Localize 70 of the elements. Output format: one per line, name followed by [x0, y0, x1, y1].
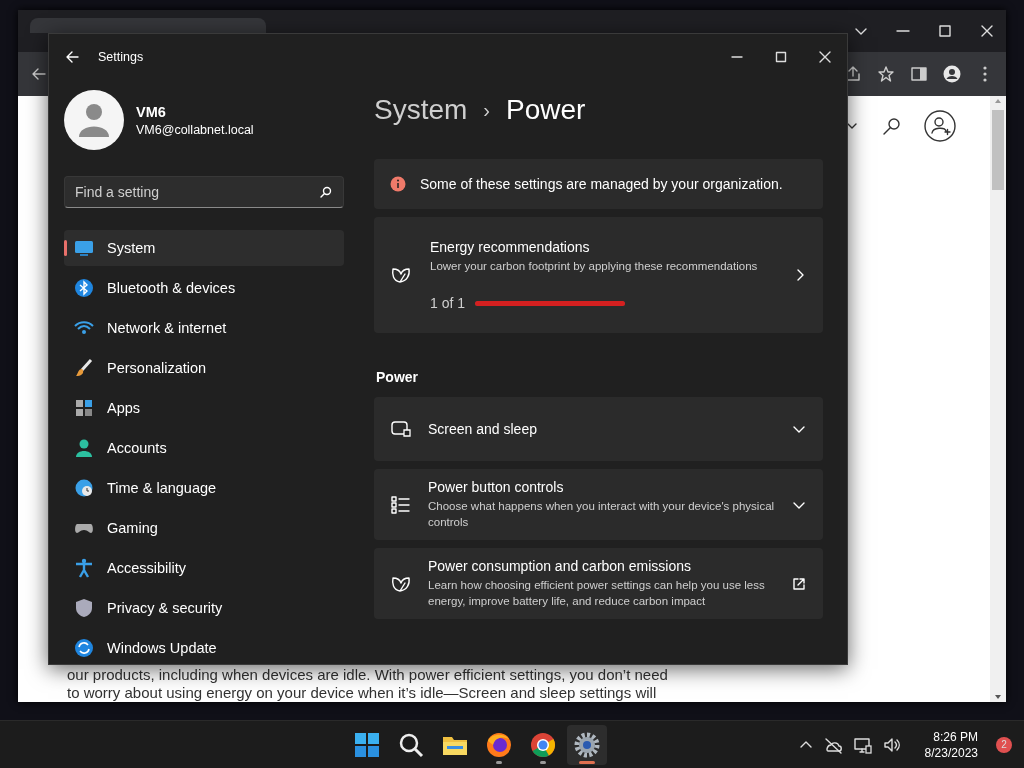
gear-icon	[572, 730, 601, 759]
card-title: Power button controls	[428, 479, 565, 495]
globe-clock-icon	[74, 478, 94, 498]
account-email: VM6@collabnet.local	[136, 122, 254, 137]
monitor-icon	[74, 238, 94, 258]
sidebar-icon[interactable]	[910, 65, 928, 83]
article-text: our products, including when devices are idle. With power efficient settings, you don’t need	[67, 666, 669, 684]
search-icon	[320, 186, 332, 198]
bluetooth-icon	[74, 278, 94, 298]
card-description: Lower your carbon footprint by applying these recommendations	[430, 259, 759, 274]
nav-item[interactable]: Privacy & security	[64, 590, 344, 626]
shield-icon	[74, 598, 94, 618]
taskbar-app[interactable]	[566, 724, 607, 765]
network-icon[interactable]	[852, 735, 873, 754]
nav-item[interactable]: Apps	[64, 390, 344, 426]
scrollbar[interactable]	[990, 96, 1006, 702]
card-title: Energy recommendations	[430, 239, 591, 255]
back-arrow-icon[interactable]	[65, 49, 79, 65]
nav-item[interactable]: Network & internet	[64, 310, 344, 346]
progress-counter: 1 of 1	[430, 295, 466, 311]
external-link-icon	[791, 575, 807, 592]
info-icon	[390, 176, 406, 192]
apps-icon	[74, 398, 94, 418]
clock[interactable]: 8:26 PM 8/23/2023	[924, 728, 978, 761]
brush-icon	[74, 358, 94, 378]
account-name: VM6	[136, 103, 167, 120]
breadcrumb-item[interactable]: System	[374, 94, 468, 126]
article-text: to worry about using energy on your device when it’s idle—Screen and sleep settings will	[67, 684, 658, 702]
setting-card[interactable]: Screen and sleep	[374, 397, 823, 461]
card-title: Screen and sleep	[428, 421, 538, 437]
nav-item[interactable]: System	[64, 230, 344, 266]
card-description: Choose what happens when you interact with your device's physical controls	[428, 499, 775, 530]
maximize-icon[interactable]	[938, 24, 952, 38]
breadcrumb-separator: ›	[483, 98, 491, 122]
search-field[interactable]: Find a setting	[64, 176, 344, 208]
profile-icon[interactable]	[943, 65, 961, 83]
nav-item[interactable]: Time & language	[64, 470, 344, 506]
setting-card[interactable]: Power consumption and carbon emissions Learn how choosing efficient power settings can help you use less energy, improve battery life, and reduce carbon impact	[374, 548, 823, 619]
person-icon	[74, 438, 94, 458]
section-heading: Power	[376, 369, 419, 385]
scrollbar-thumb[interactable]	[992, 110, 1004, 190]
nav-item[interactable]: Accounts	[64, 430, 344, 466]
windows-logo-icon	[352, 730, 381, 759]
browser-circle-icon	[528, 730, 557, 759]
list-icon	[390, 493, 412, 516]
maximize-icon[interactable]	[775, 51, 787, 63]
window-title: Settings	[98, 50, 144, 64]
browser-globe-icon	[484, 730, 513, 759]
nav-item[interactable]: Accessibility	[64, 550, 344, 586]
energy-card[interactable]: Energy recommendations Lower your carbon footprint by applying these recommendations 1 of 1	[374, 217, 823, 333]
notice-text: Some of these settings are managed by your organization.	[420, 176, 783, 192]
setting-card[interactable]: Power button controls Choose what happens when you interact with your device's physical controls	[374, 469, 823, 540]
nav-item[interactable]: Personalization	[64, 350, 344, 386]
card-description: Learn how choosing efficient power settings can help you use less energy, improve battery life, and reduce carbon impact	[428, 578, 766, 609]
clock-date: 8/23/2023	[924, 744, 978, 761]
close-icon[interactable]	[819, 51, 831, 63]
close-icon[interactable]	[980, 24, 994, 38]
sync-icon	[74, 638, 94, 658]
nav-item[interactable]: Windows Update	[64, 630, 344, 666]
star-icon[interactable]	[877, 65, 895, 83]
breadcrumb-item: Power	[506, 94, 586, 126]
search-icon[interactable]	[882, 117, 900, 135]
add-user-icon[interactable]	[924, 110, 956, 142]
accessibility-icon	[74, 558, 94, 578]
nav-item[interactable]: Bluetooth & devices	[64, 270, 344, 306]
screen-sleep-icon	[390, 418, 412, 440]
card-title: Power consumption and carbon emissions	[428, 558, 693, 574]
avatar	[64, 90, 124, 150]
clock-time: 8:26 PM	[933, 728, 978, 745]
nav-item[interactable]: Gaming	[64, 510, 344, 546]
